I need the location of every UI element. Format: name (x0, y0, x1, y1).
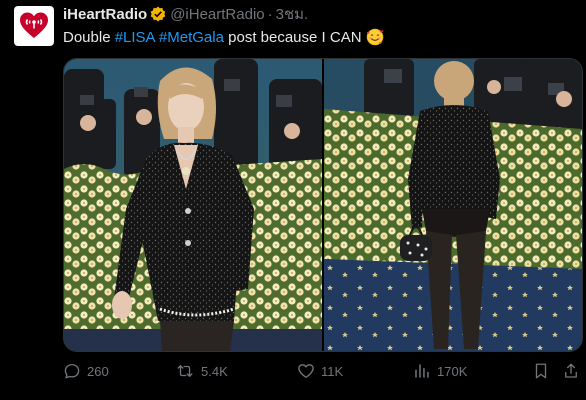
author-handle[interactable]: @iHeartRadio (170, 6, 264, 23)
smiling-face-with-hearts-icon (366, 28, 384, 52)
views-chart-icon (415, 364, 429, 378)
author-name[interactable]: iHeartRadio (63, 6, 147, 23)
views-button[interactable]: 170K (413, 362, 467, 380)
reply-count: 260 (87, 363, 109, 379)
bookmark-icon (535, 363, 547, 379)
tweet-timestamp[interactable]: 3ชม. (276, 6, 309, 23)
heart-icon (298, 364, 314, 379)
tweet-text-lead: Double (63, 29, 115, 46)
tweet-text-tail: post because I CAN (223, 29, 362, 46)
separator-dot: · (267, 6, 273, 23)
tweet-text: Double #LISA #MetGala post because I CAN (63, 28, 384, 52)
author-avatar[interactable] (14, 6, 54, 46)
tweet-media (63, 58, 583, 352)
reply-icon (64, 363, 80, 379)
retweet-button[interactable]: 5.4K (175, 362, 228, 380)
view-count: 170K (437, 363, 468, 379)
lisa-front-photo[interactable] (64, 59, 322, 351)
retweet-count: 5.4K (201, 363, 228, 379)
share-button[interactable] (563, 362, 579, 380)
like-count: 11K (321, 363, 344, 379)
hashtag-lisa[interactable]: #LISA (115, 29, 155, 46)
reply-button[interactable]: 260 (63, 362, 109, 380)
bookmark-button[interactable] (533, 362, 549, 380)
share-icon (565, 363, 577, 378)
like-button[interactable]: 11K (297, 362, 343, 380)
lisa-back-photo[interactable] (324, 59, 582, 351)
tweet-actions: 260 5.4K 11K 170K (63, 362, 583, 384)
retweet-icon (177, 365, 193, 377)
hashtag-metgala[interactable]: #MetGala (159, 29, 224, 46)
iheartradio-logo-icon (20, 12, 48, 38)
tweet-header: iHeartRadio @iHeartRadio · 3ชม. (63, 6, 308, 27)
verified-badge-icon (150, 6, 166, 27)
